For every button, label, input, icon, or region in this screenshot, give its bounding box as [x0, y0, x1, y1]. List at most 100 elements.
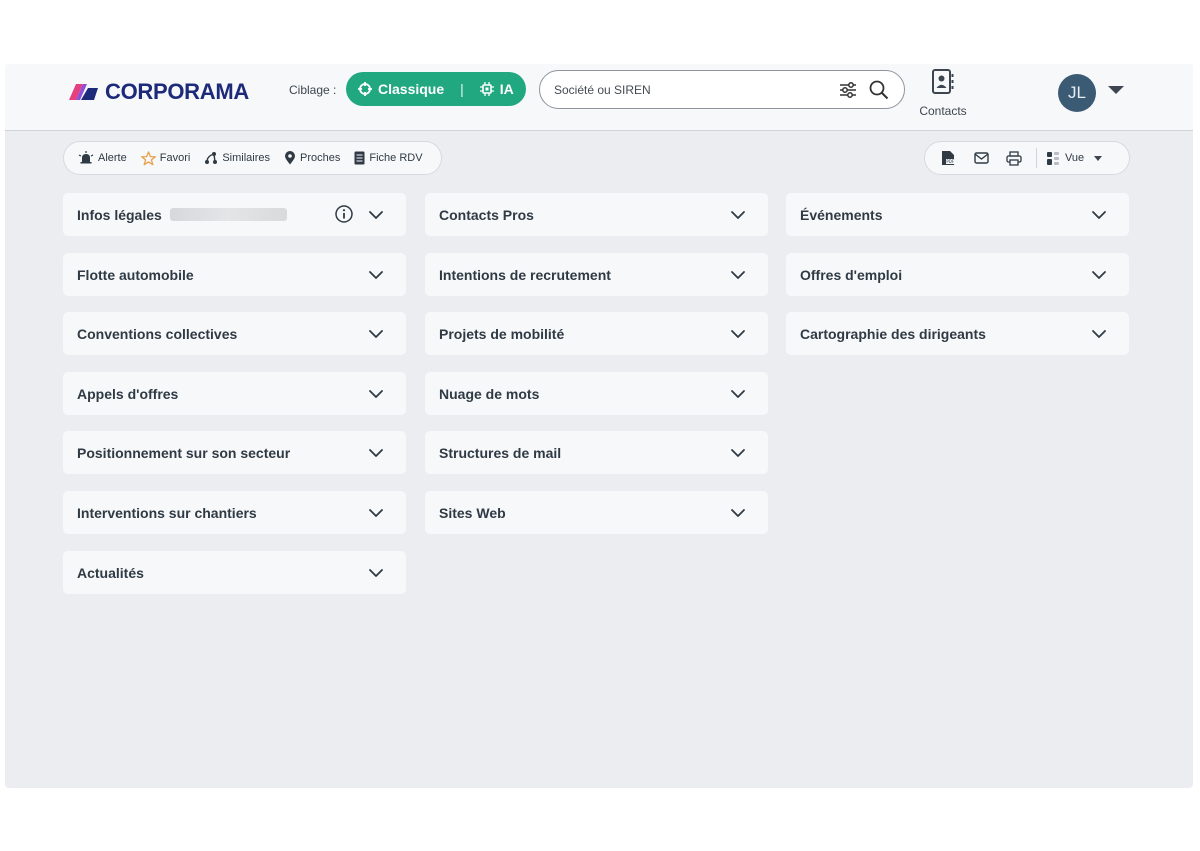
vue-caret-icon [1094, 155, 1103, 161]
section-card[interactable]: Projets de mobilité [425, 312, 768, 355]
section-card[interactable]: Actualités [63, 551, 406, 594]
alerte-label: Alerte [98, 152, 127, 164]
fiche-rdv-button[interactable]: Fiche RDV [354, 151, 423, 165]
search-icon[interactable] [868, 79, 890, 101]
bell-icon [78, 151, 94, 164]
chevron-down-icon [369, 390, 383, 398]
corporama-logo-icon [69, 84, 98, 100]
layout-grid-icon [1047, 151, 1059, 165]
section-card-title: Positionnement sur son secteur [77, 444, 291, 461]
chevron-down-icon [731, 330, 745, 338]
info-icon[interactable] [335, 205, 353, 223]
contacts-book-icon [932, 69, 954, 94]
section-card-title: Interventions sur chantiers [77, 504, 257, 521]
map-pin-icon [285, 151, 295, 165]
chevron-down-icon [369, 330, 383, 338]
email-button[interactable] [970, 147, 992, 169]
logo-text: CORPORAMA [105, 79, 249, 104]
section-card-title: Projets de mobilité [439, 325, 565, 342]
ciblage-toggle: Classique | IA [346, 72, 526, 106]
ciblage-classique-label: Classique [378, 81, 445, 97]
ciblage-classique-option[interactable]: Classique [358, 81, 444, 97]
chevron-down-icon [731, 211, 745, 219]
section-card[interactable]: Sites Web [425, 491, 768, 534]
chevron-down-icon [731, 271, 745, 279]
section-card[interactable]: Intentions de recrutement [425, 253, 768, 296]
section-card-title: Nuage de mots [439, 385, 540, 402]
chevron-down-icon [369, 449, 383, 457]
vue-label: Vue [1065, 152, 1085, 164]
section-card-title: Infos légales [77, 206, 162, 223]
section-card-title: Flotte automobile [77, 266, 194, 283]
export-toolbar: PDF Vue [924, 141, 1130, 175]
section-card[interactable]: Appels d'offres [63, 372, 406, 415]
section-card[interactable]: Structures de mail [425, 431, 768, 474]
chevron-down-icon [369, 211, 383, 219]
section-card[interactable]: Nuage de mots [425, 372, 768, 415]
ciblage-ia-label: IA [499, 81, 514, 97]
section-card[interactable]: Cartographie des dirigeants [786, 312, 1129, 355]
crosshair-icon [358, 82, 372, 96]
proches-button[interactable]: Proches [284, 151, 340, 165]
logo[interactable]: CORPORAMA [67, 79, 249, 104]
filter-sliders-icon[interactable] [838, 80, 858, 100]
user-menu-caret-icon[interactable] [1108, 86, 1124, 94]
print-button[interactable] [1003, 147, 1025, 169]
chevron-down-icon [731, 509, 745, 517]
chevron-down-icon [369, 271, 383, 279]
top-bar: CORPORAMA Ciblage : Classique | IA Socié… [5, 64, 1193, 131]
section-card-title: Offres d'emploi [800, 266, 903, 283]
section-card-title: Appels d'offres [77, 385, 179, 402]
chip-icon [479, 82, 494, 96]
alerte-button[interactable]: Alerte [78, 151, 127, 165]
document-icon [354, 151, 365, 165]
printer-icon [1006, 150, 1022, 166]
section-card[interactable]: Conventions collectives [63, 312, 406, 355]
section-card-title: Cartographie des dirigeants [800, 325, 986, 342]
section-card[interactable]: Contacts Pros [425, 193, 768, 236]
chevron-down-icon [369, 569, 383, 577]
share-nodes-icon [205, 152, 218, 164]
contacts-button[interactable]: Contacts [913, 68, 973, 118]
chevron-down-icon [731, 449, 745, 457]
section-card-title: Structures de mail [439, 444, 562, 461]
search-box [539, 70, 905, 109]
pdf-file-icon: PDF [942, 151, 955, 165]
similaires-button[interactable]: Similaires [204, 151, 270, 165]
toolbar-divider [1036, 148, 1037, 168]
chevron-down-icon [1092, 271, 1106, 279]
star-icon [140, 150, 156, 165]
section-card[interactable]: Positionnement sur son secteur [63, 431, 406, 474]
section-card[interactable]: Flotte automobile [63, 253, 406, 296]
chevron-down-icon [1092, 211, 1106, 219]
fiche-rdv-label: Fiche RDV [369, 152, 423, 164]
contacts-label: Contacts [919, 104, 967, 118]
vue-dropdown[interactable]: Vue [1047, 151, 1103, 165]
favori-button[interactable]: Favori [140, 150, 191, 166]
chevron-down-icon [731, 390, 745, 398]
section-card[interactable]: Événements [786, 193, 1129, 236]
avatar[interactable]: JL [1058, 74, 1096, 112]
svg-text:PDF: PDF [946, 159, 954, 164]
favori-label: Favori [159, 152, 191, 164]
section-card-title: Actualités [77, 564, 144, 581]
search-input[interactable] [554, 80, 824, 100]
section-card-title: Intentions de recrutement [439, 266, 611, 283]
mail-icon [973, 152, 989, 164]
section-card-title: Événements [800, 206, 883, 223]
ciblage-label: Ciblage : [289, 83, 337, 97]
section-card-title: Sites Web [439, 504, 506, 521]
section-card-title: Contacts Pros [439, 206, 534, 223]
section-card[interactable]: Offres d'emploi [786, 253, 1129, 296]
section-card[interactable]: Infos légales [63, 193, 406, 236]
similaires-label: Similaires [222, 152, 270, 164]
ciblage-ia-option[interactable]: IA [479, 81, 514, 97]
chevron-down-icon [369, 509, 383, 517]
pdf-export-button[interactable]: PDF [937, 147, 959, 169]
section-card-title: Conventions collectives [77, 325, 238, 342]
section-card[interactable]: Interventions sur chantiers [63, 491, 406, 534]
proches-label: Proches [300, 152, 341, 164]
ciblage-separator: | [460, 81, 464, 97]
redacted-company-name [169, 208, 287, 221]
company-actions-toolbar: Alerte Favori Similaires Proches Fiche R… [63, 141, 442, 175]
